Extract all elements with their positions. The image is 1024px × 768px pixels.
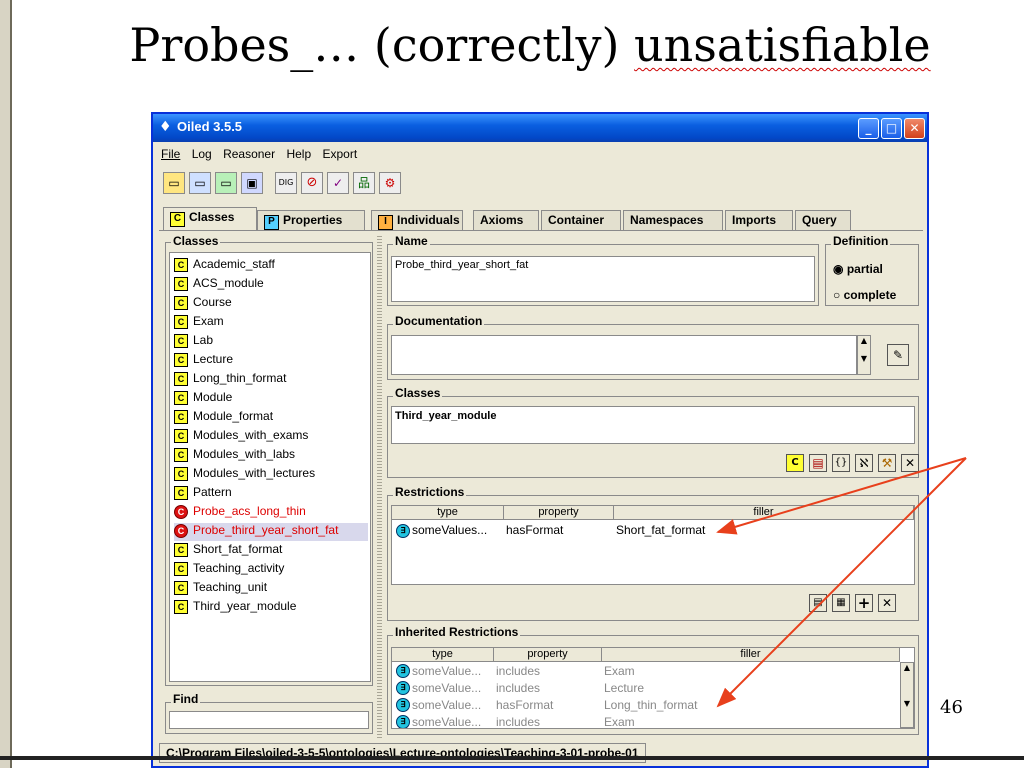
slide-bottom-rule — [0, 756, 1024, 760]
annotation-arrows — [716, 457, 967, 708]
